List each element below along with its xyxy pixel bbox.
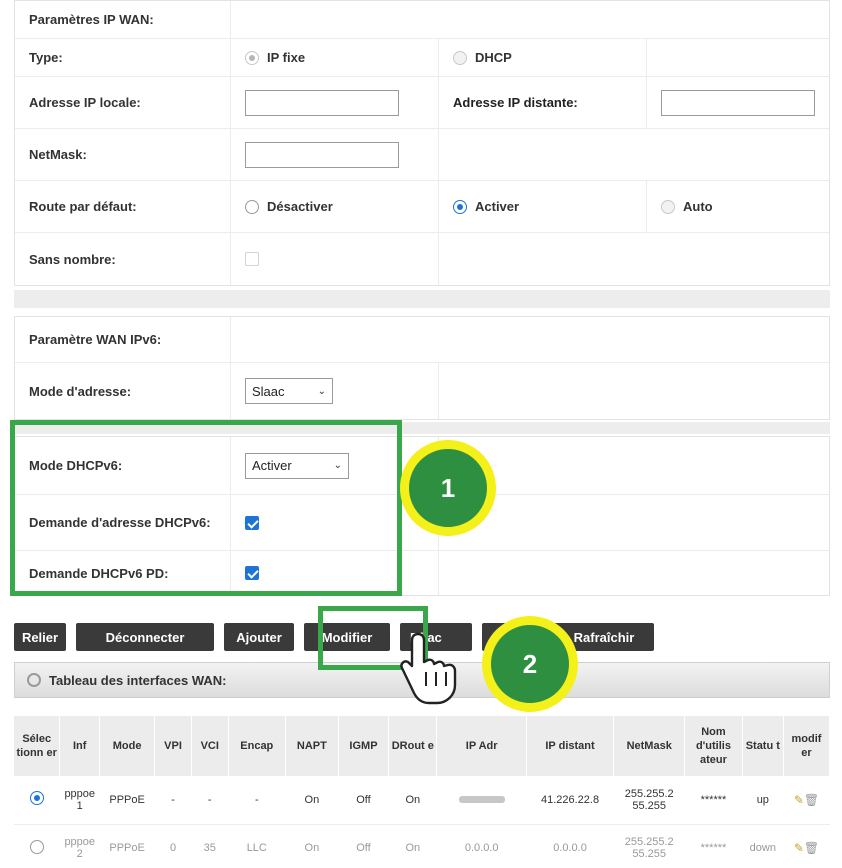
edit-icon[interactable]: ✎: [794, 841, 804, 855]
type-label: Type:: [15, 39, 231, 76]
route-option-auto[interactable]: Auto: [661, 199, 713, 214]
radio-icon[interactable]: [245, 50, 259, 65]
col-napt: NAPT: [285, 716, 339, 776]
cell-inf: pppoe 1: [59, 776, 100, 825]
cell-vpi: -: [154, 776, 192, 825]
remote-ip-label: Adresse IP distante:: [439, 77, 647, 128]
type-option-fixed[interactable]: IP fixe: [245, 50, 305, 65]
netmask-input[interactable]: [245, 141, 399, 168]
ipv6-section-title: Paramètre WAN IPv6:: [15, 317, 231, 362]
ipv4-settings-panel: Paramètres IP WAN: Type: IP fixe DHCP Ad…: [14, 0, 830, 286]
cell-mode: PPPoE: [99, 824, 155, 868]
default-route-label: Route par défaut:: [15, 181, 231, 232]
chevron-down-icon: ⌄: [317, 385, 326, 397]
deconnecter-button[interactable]: Déconnecter: [76, 623, 214, 651]
route-option-disable[interactable]: Désactiver: [245, 199, 333, 214]
relier-button[interactable]: Relier: [14, 623, 66, 651]
trash-icon[interactable]: 🗑: [804, 793, 819, 807]
step-1-badge: 1: [400, 440, 496, 536]
cell-netmask: 255.255.2 55.255: [613, 776, 685, 825]
hand-pointer-icon: [400, 632, 457, 705]
netmask-label: NetMask:: [15, 129, 231, 180]
section-separator: [14, 290, 830, 308]
col-encap: Encap: [228, 716, 286, 776]
col-username: Nom d'utilis ateur: [684, 716, 743, 776]
col-ip-distant: IP distant: [526, 716, 615, 776]
col-status: Statu t: [742, 716, 784, 776]
cell-encap: LLC: [228, 824, 286, 868]
cell-status: down: [742, 824, 784, 868]
local-ip-input[interactable]: [245, 89, 399, 116]
route-option-enable[interactable]: Activer: [453, 199, 519, 214]
trash-icon[interactable]: 🗑: [804, 841, 819, 855]
radio-icon[interactable]: [245, 199, 259, 214]
unnumbered-label: Sans nombre:: [15, 233, 231, 285]
cell-status: up: [742, 776, 784, 825]
dhcpv6-highlight-box: [10, 420, 402, 596]
cell-encap: -: [228, 776, 286, 825]
cell-ip-adr-blurred: [436, 776, 527, 825]
wan-table-title: Tableau des interfaces WAN:: [49, 672, 227, 688]
cell-vpi: 0: [154, 824, 192, 868]
cell-username: ******: [684, 824, 743, 868]
radio-icon[interactable]: [661, 199, 675, 214]
radio-icon[interactable]: [453, 50, 467, 65]
col-select: Sélec tionn er: [14, 716, 61, 776]
edit-icon[interactable]: ✎: [794, 793, 804, 807]
cell-mode: PPPoE: [99, 776, 155, 825]
cell-netmask: 255.255.2 55.255: [613, 824, 685, 868]
cell-igmp: Off: [338, 824, 389, 868]
unnumbered-checkbox[interactable]: [245, 252, 259, 266]
cell-ip-distant: 41.226.22.8: [526, 776, 614, 825]
col-modify: modif er: [783, 716, 831, 776]
local-ip-label: Adresse IP locale:: [15, 77, 231, 128]
cell-napt: On: [285, 776, 339, 825]
cell-ip-distant: 0.0.0.0: [526, 824, 614, 868]
cell-ip-adr: 0.0.0.0: [436, 824, 527, 868]
row-select-radio[interactable]: [29, 791, 44, 806]
ipv6-settings-panel: Paramètre WAN IPv6: Mode d'adresse: Slaa…: [14, 316, 830, 420]
row-select-radio[interactable]: [29, 839, 44, 854]
step-2-badge: 2: [482, 616, 578, 712]
col-droute: DRout e: [388, 716, 438, 776]
table-row[interactable]: pppoe 2 PPPoE 0 35 LLC On Off On 0.0.0.0…: [14, 824, 830, 868]
addr-mode-label: Mode d'adresse:: [15, 363, 231, 419]
cell-vci: -: [191, 776, 229, 825]
table-row[interactable]: pppoe 1 PPPoE - - - On Off On 41.226.22.…: [14, 776, 830, 825]
type-option-dhcp[interactable]: DHCP: [453, 50, 512, 65]
cell-droute: On: [388, 776, 437, 825]
col-vpi: VPI: [154, 716, 192, 776]
cell-napt: On: [285, 824, 339, 868]
cell-username: ******: [684, 776, 743, 825]
cell-vci: 35: [191, 824, 229, 868]
cell-igmp: Off: [338, 776, 389, 825]
table-header-row: Sélec tionn er Inf Mode VPI VCI Encap NA…: [14, 716, 831, 776]
wan-interfaces-table: Sélec tionn er Inf Mode VPI VCI Encap NA…: [14, 716, 831, 868]
col-mode: Mode: [99, 716, 156, 776]
col-inf: Inf: [59, 716, 101, 776]
cell-inf: pppoe 2: [59, 824, 100, 868]
cell-droute: On: [388, 824, 437, 868]
col-vci: VCI: [191, 716, 229, 776]
col-netmask: NetMask: [613, 716, 686, 776]
ipv4-section-title: Paramètres IP WAN:: [15, 1, 231, 38]
col-ip-adr: IP Adr: [436, 716, 527, 776]
addr-mode-select[interactable]: Slaac ⌄: [245, 378, 333, 404]
ajouter-button[interactable]: Ajouter: [224, 623, 294, 651]
collapse-icon[interactable]: [27, 673, 41, 687]
radio-icon[interactable]: [453, 199, 467, 214]
remote-ip-input[interactable]: [661, 89, 815, 116]
redacted-value: [458, 795, 505, 803]
col-igmp: IGMP: [338, 716, 390, 776]
